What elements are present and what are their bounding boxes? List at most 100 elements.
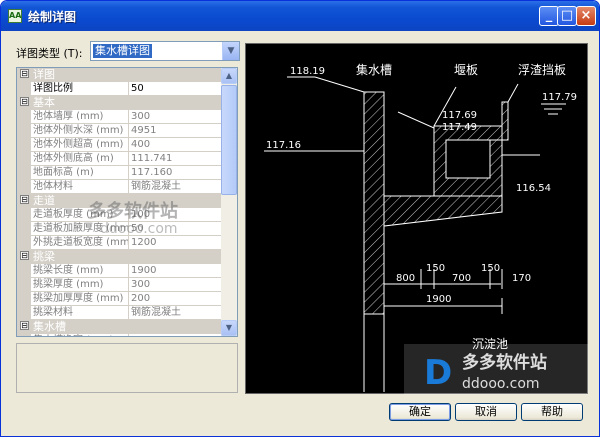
watermark-name-overlay: 多多软件站 [88,201,178,222]
property-row[interactable]: 池体外侧底高 (m) 111.741 [17,152,223,166]
property-value[interactable]: 1200 [131,236,221,249]
property-category[interactable]: ⊟ 集水槽 [17,320,223,334]
dimension-label: 150 [426,263,445,274]
property-row[interactable]: 池体外侧超高 (mm) 400 [17,138,223,152]
dimension-label: 700 [452,273,471,284]
property-row[interactable]: 池体墙厚 (mm) 300 [17,110,223,124]
property-category[interactable]: ⊟ 挑梁 [17,250,223,264]
property-name: 外挑走道板宽度 (mm) [33,236,129,249]
ok-button[interactable]: 确定 [389,403,451,421]
property-category-label: 基本 [33,96,55,109]
dialog-client: 详图类型 (T): 集水槽详图 ▼ ⊟ 详图 详图比例 50 ⊟ 基本 池体墙厚 (mm) 3… [4,31,596,435]
property-value[interactable]: 200 [131,292,221,305]
watermark-url-overlay: ddooo.com [100,221,178,237]
property-gutter [17,110,31,124]
app-icon: AA [8,9,22,23]
property-value[interactable]: 111.741 [131,152,221,165]
watermark-logo: D 多多软件站 ddooo.com [404,344,589,395]
property-gutter [17,306,31,320]
minimize-button[interactable]: _ [539,6,559,26]
detail-type-label: 详图类型 (T): [16,47,83,60]
dimension-label: 800 [396,273,415,284]
property-gutter [17,124,31,138]
collector-channel [433,125,503,197]
property-row[interactable]: 池体材料 钢筋混凝土 [17,180,223,194]
cancel-button[interactable]: 取消 [455,403,517,421]
maximize-button[interactable]: □ [557,6,577,26]
property-name: 池体外侧底高 (m) [33,152,129,165]
property-gutter [17,222,31,236]
dimension-label: 170 [512,273,531,284]
detail-type-value: 集水槽详图 [93,44,152,58]
property-value[interactable]: 4951 [131,124,221,137]
watermark-name: 多多软件站 [462,352,547,373]
property-row[interactable]: 挑梁长度 (mm) 1900 [17,264,223,278]
scroll-thumb[interactable] [221,85,237,195]
elevation-label: 118.19 [290,66,325,77]
property-category-label: 挑梁 [33,250,55,263]
collector-label: 集水槽 [356,62,392,77]
property-name: 池体墙厚 (mm) [33,110,129,123]
tank-wall [363,91,385,315]
property-value[interactable]: 50 [131,82,221,95]
scroll-up-icon[interactable]: ▲ [221,68,237,84]
property-value[interactable]: 300 [131,110,221,123]
elevation-label: 117.16 [266,140,301,151]
property-row[interactable]: 挑梁厚度 (mm) 300 [17,278,223,292]
collapse-icon[interactable]: ⊟ [20,195,29,204]
property-gutter [17,166,31,180]
property-gutter [17,334,31,336]
property-name: 地面标高 (m) [33,166,129,179]
description-panel [16,343,238,393]
close-button[interactable]: × [576,6,596,26]
property-row[interactable]: 地面标高 (m) 117.160 [17,166,223,180]
property-row[interactable]: 集水槽净宽 (mm)700 [17,334,223,336]
property-category-label: 详图 [33,68,55,81]
detail-preview: 118.19 117.69 117.49 117.79 117.16 116.5… [245,43,589,395]
help-button[interactable]: 帮助 [521,403,583,421]
detail-type-select[interactable]: 集水槽详图 ▼ [90,41,240,61]
property-value[interactable]: 钢筋混凝土 [131,306,221,319]
property-value[interactable]: 1900 [131,264,221,277]
property-row[interactable]: 池体外侧水深 (mm) 4951 [17,124,223,138]
title-bar[interactable]: AA 绘制详图 _ □ × [1,1,599,31]
property-name: 集水槽净宽 (mm) [33,334,129,336]
property-value[interactable]: 钢筋混凝土 [131,180,221,193]
property-gutter [17,208,31,222]
collapse-icon[interactable]: ⊟ [20,251,29,260]
window-title: 绘制详图 [28,10,77,24]
property-row[interactable]: 外挑走道板宽度 (mm) 1200 [17,236,223,250]
property-row[interactable]: 挑梁材料 钢筋混凝土 [17,306,223,320]
property-name: 挑梁材料 [33,306,129,319]
scroll-down-icon[interactable]: ▼ [221,320,237,336]
collapse-icon[interactable]: ⊟ [20,321,29,330]
property-category[interactable]: ⊟ 详图 [17,68,223,82]
elevation-label: 117.49 [442,122,477,133]
dimension-label: 1900 [426,294,451,305]
property-value[interactable]: 117.160 [131,166,221,179]
property-row[interactable]: 挑梁加厚厚度 (mm) 200 [17,292,223,306]
dialog-window: AA 绘制详图 _ □ × 详图类型 (T): 集水槽详图 ▼ ⊟ 详图 详图比例 5… [0,0,600,437]
collapse-icon[interactable]: ⊟ [20,97,29,106]
property-gutter [17,278,31,292]
baffle-plate [501,101,509,141]
svg-text:D: D [424,353,452,393]
property-value[interactable]: 300 [131,278,221,291]
property-gutter [17,264,31,278]
dimension-label: 150 [481,263,500,274]
property-name: 详图比例 [33,82,129,95]
vertical-scrollbar[interactable]: ▲ ▼ [221,68,237,336]
chevron-down-icon[interactable]: ▼ [222,42,239,60]
property-gutter [17,152,31,166]
property-name: 池体外侧超高 (mm) [33,138,129,151]
property-category[interactable]: ⊟ 基本 [17,96,223,110]
walkway-slab [383,195,503,227]
watermark-url: ddooo.com [462,376,540,392]
property-name: 池体外侧水深 (mm) [33,124,129,137]
property-value[interactable]: 400 [131,138,221,151]
property-value[interactable]: 700 [131,334,221,336]
property-row[interactable]: 详图比例 50 [17,82,223,96]
collapse-icon[interactable]: ⊟ [20,69,29,78]
property-gutter [17,138,31,152]
baffle-label: 堰板 [454,63,478,77]
